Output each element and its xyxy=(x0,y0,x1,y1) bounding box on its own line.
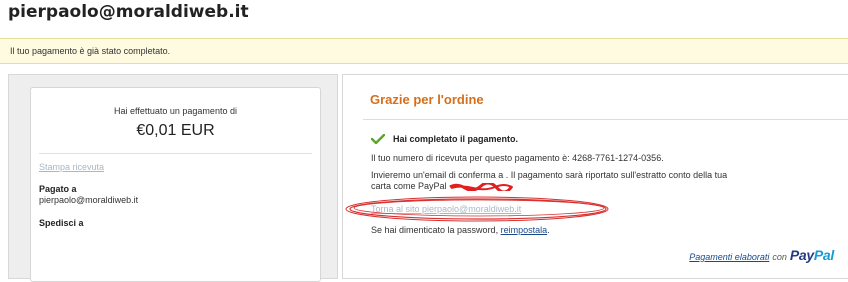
reset-password-link[interactable]: reimpostala xyxy=(501,225,548,235)
ship-to-label: Spedisci a xyxy=(39,218,84,228)
paid-to-value: pierpaolo@moraldiweb.it xyxy=(39,195,139,205)
confirmation-panel: Grazie per l'ordine Hai completato il pa… xyxy=(342,74,848,279)
payment-notice-bar: Il tuo pagamento è già stato completato. xyxy=(0,38,848,64)
thanks-title: Grazie per l'ordine xyxy=(370,92,484,107)
paid-amount: €0,01 EUR xyxy=(136,122,215,139)
payment-complete-message: Hai completato il pagamento. xyxy=(393,134,519,144)
email-line-2: carta come PayPal xyxy=(371,181,447,191)
paypal-logo: PayPal xyxy=(790,247,834,263)
print-receipt-link[interactable]: Stampa ricevuta xyxy=(39,162,104,172)
powered-with-text: con xyxy=(772,252,787,262)
paypal-logo-pal: Pal xyxy=(813,247,834,263)
annotation-circle xyxy=(345,196,609,222)
receipt-card: Hai effettuato un pagamento di €0,01 EUR… xyxy=(30,87,321,282)
email-line-1: Invieremo un'email di conferma a . Il pa… xyxy=(371,170,728,180)
redaction-scribble xyxy=(449,182,514,191)
email-confirmation-text: Invieremo un'email di conferma a . Il pa… xyxy=(371,170,811,192)
card-divider xyxy=(39,153,312,154)
forgot-suffix: . xyxy=(547,225,550,235)
left-panel: Hai effettuato un pagamento di €0,01 EUR… xyxy=(8,74,338,282)
payment-notice-text: Il tuo pagamento è già stato completato. xyxy=(10,46,171,56)
forgot-password-text: Se hai dimenticato la password, reimpost… xyxy=(371,225,550,235)
paid-label: Hai effettuato un pagamento di xyxy=(114,106,237,116)
merchant-email-title: pierpaolo@moraldiweb.it xyxy=(8,2,249,22)
paypal-logo-pay: Pay xyxy=(789,247,814,263)
check-icon xyxy=(371,134,385,144)
title-divider xyxy=(363,119,848,120)
payments-processed-link[interactable]: Pagamenti elaborati xyxy=(689,252,769,262)
receipt-number-text: Il tuo numero di ricevuta per questo pag… xyxy=(371,153,664,163)
paid-to-label: Pagato a xyxy=(39,184,77,194)
forgot-prefix: Se hai dimenticato la password, xyxy=(371,225,501,235)
powered-by-paypal: Pagamenti elaborati con PayPal xyxy=(689,247,834,263)
